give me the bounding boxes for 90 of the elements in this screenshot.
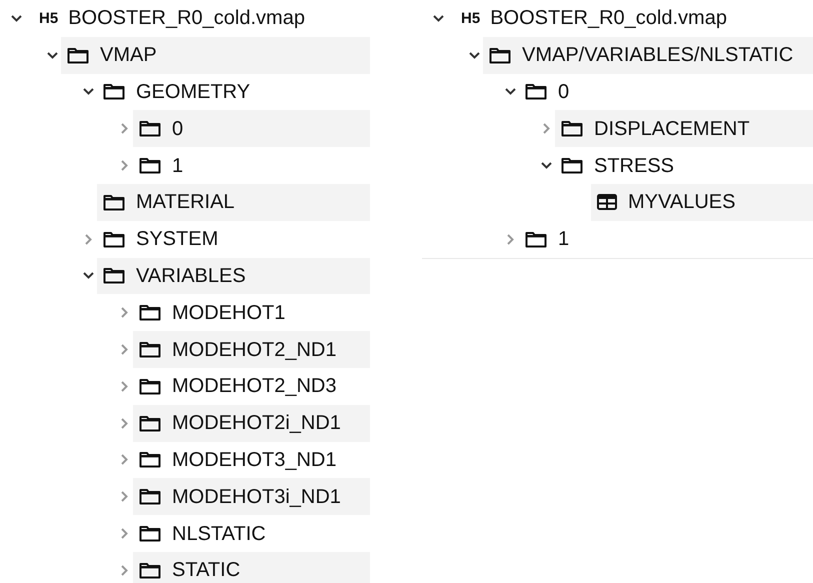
node-label: NLSTATIC xyxy=(172,524,266,544)
tree-item[interactable]: 1 xyxy=(519,220,813,258)
node-label: MODEHOT3i_ND1 xyxy=(172,486,341,507)
chevron-right-icon[interactable] xyxy=(120,307,128,318)
tree-item[interactable]: NLSTATIC xyxy=(133,515,370,552)
folder-icon xyxy=(139,378,161,395)
file-type-label: H5 xyxy=(461,10,480,27)
tree-item[interactable]: 0 xyxy=(133,110,370,148)
folder-icon xyxy=(103,194,125,211)
folder-icon xyxy=(139,120,161,138)
node-label: VMAP/VARIABLES/NLSTATIC xyxy=(522,45,794,66)
folder-icon xyxy=(103,83,125,100)
tree-item[interactable]: MODEHOT2_ND1 xyxy=(133,331,370,368)
folder-icon xyxy=(525,83,547,100)
node-label: MODEHOT2_ND1 xyxy=(172,340,336,360)
tree-item[interactable]: MODEHOT3i_ND1 xyxy=(133,478,370,516)
node-label: MODEHOT3_ND1 xyxy=(172,450,336,470)
tree-item[interactable]: MYVALUES xyxy=(591,184,813,221)
tree-item[interactable]: MODEHOT1 xyxy=(133,294,370,332)
tree-item[interactable]: GEOMETRY xyxy=(97,74,370,110)
tree-item[interactable]: MODEHOT3_ND1 xyxy=(133,442,370,478)
chevron-down-icon[interactable] xyxy=(82,88,94,96)
chevron-right-icon[interactable] xyxy=(120,454,128,466)
node-label: MODEHOT2_ND3 xyxy=(172,376,336,396)
tree-item[interactable]: DISPLACEMENT xyxy=(555,110,813,148)
chevron-down-icon[interactable] xyxy=(504,88,516,96)
chevron-right-icon[interactable] xyxy=(120,380,128,392)
folder-icon xyxy=(139,157,161,174)
folder-icon xyxy=(103,230,125,248)
node-label: VMAP xyxy=(100,45,157,66)
node-label: DISPLACEMENT xyxy=(594,118,750,139)
folder-icon xyxy=(139,562,161,579)
folder-icon xyxy=(139,525,161,542)
chevron-down-icon[interactable] xyxy=(82,272,94,280)
tree-item[interactable]: H5 BOOSTER_R0_cold.vmap xyxy=(25,0,370,37)
tree-item[interactable]: 1 xyxy=(133,147,370,184)
node-label: MATERIAL xyxy=(136,192,235,212)
tree-item[interactable]: VMAP xyxy=(61,36,370,74)
node-label: 1 xyxy=(558,229,570,250)
chevron-right-icon[interactable] xyxy=(120,123,128,134)
node-label: STRESS xyxy=(594,156,674,176)
node-label: GEOMETRY xyxy=(136,82,250,102)
node-label: 0 xyxy=(558,82,570,102)
chevron-right-icon[interactable] xyxy=(120,528,128,540)
node-label: STATIC xyxy=(172,560,240,580)
chevron-right-icon[interactable] xyxy=(120,564,128,576)
folder-icon xyxy=(489,46,511,64)
tree-item[interactable]: H5 BOOSTER_R0_cold.vmap xyxy=(447,0,813,37)
folder-icon xyxy=(561,157,583,174)
chevron-down-icon[interactable] xyxy=(432,14,444,22)
tree-item[interactable]: VARIABLES xyxy=(97,258,370,294)
folder-icon xyxy=(139,451,161,468)
folder-icon xyxy=(139,341,161,358)
node-label: SYSTEM xyxy=(136,229,218,250)
node-label: MYVALUES xyxy=(628,192,736,212)
folder-icon xyxy=(139,488,161,506)
tree-item[interactable]: VMAP/VARIABLES/NLSTATIC xyxy=(483,36,813,74)
node-label: BOOSTER_R0_cold.vmap xyxy=(68,8,305,28)
node-label: VARIABLES xyxy=(136,266,246,286)
tree-item[interactable]: SYSTEM xyxy=(97,220,370,258)
chevron-right-icon[interactable] xyxy=(120,491,128,502)
node-label: BOOSTER_R0_cold.vmap xyxy=(490,8,727,28)
node-label: MODEHOT1 xyxy=(172,302,286,323)
tree-item[interactable]: 0 xyxy=(519,74,813,110)
chevron-down-icon[interactable] xyxy=(46,52,58,59)
folder-icon xyxy=(139,414,161,432)
chevron-right-icon[interactable] xyxy=(120,344,128,356)
tree-item[interactable]: MODEHOT2_ND3 xyxy=(133,368,370,405)
node-label: MODEHOT2i_ND1 xyxy=(172,413,341,434)
tree-item[interactable]: MATERIAL xyxy=(97,184,370,221)
node-label: 1 xyxy=(172,156,184,176)
chevron-down-icon[interactable] xyxy=(468,52,480,59)
chevron-right-icon[interactable] xyxy=(506,234,514,245)
folder-icon xyxy=(139,304,161,322)
tree-item[interactable]: STRESS xyxy=(555,147,813,184)
folder-icon xyxy=(561,120,583,138)
chevron-right-icon[interactable] xyxy=(84,234,92,245)
folder-icon xyxy=(525,230,547,248)
file-type-label: H5 xyxy=(39,10,58,27)
node-label: 0 xyxy=(172,118,184,139)
table-icon xyxy=(597,194,617,210)
folder-icon xyxy=(103,267,125,284)
chevron-right-icon[interactable] xyxy=(542,123,550,134)
chevron-down-icon[interactable] xyxy=(540,162,552,170)
chevron-right-icon[interactable] xyxy=(120,160,128,172)
tree-item[interactable]: STATIC xyxy=(133,552,370,583)
chevron-right-icon[interactable] xyxy=(120,418,128,429)
tree-item[interactable]: MODEHOT2i_ND1 xyxy=(133,404,370,442)
chevron-down-icon[interactable] xyxy=(10,14,22,22)
folder-icon xyxy=(67,46,89,64)
